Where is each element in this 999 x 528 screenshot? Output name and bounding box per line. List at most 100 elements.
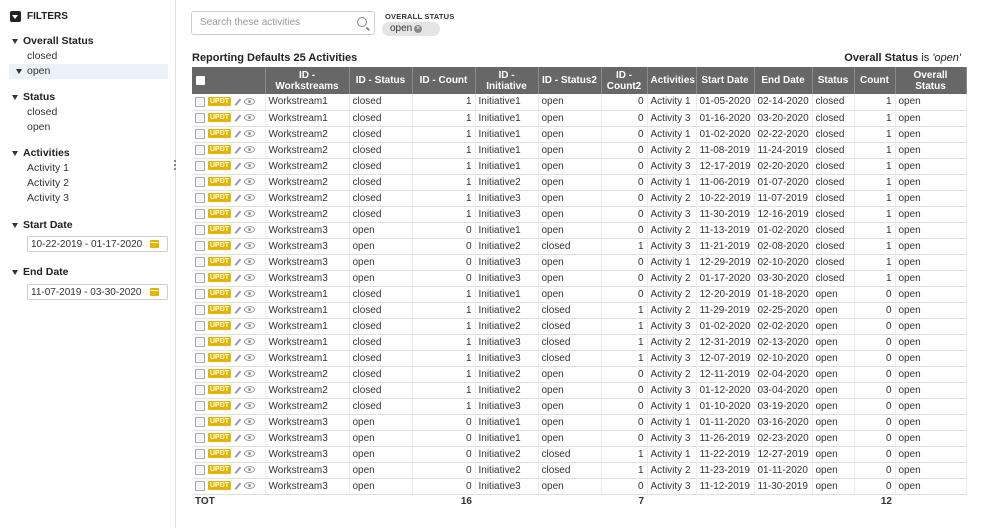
column-header[interactable]: Start Date [696,67,755,94]
table-row[interactable]: UPDT Workstream3 open 0 Initiative2 closed 1 Ac… [192,462,967,478]
update-badge[interactable]: UPDT [208,257,232,267]
table-row[interactable]: UPDT Workstream2 closed 1 Initiative3 open 0 Ac… [192,190,967,206]
status-section[interactable]: Status [12,91,55,103]
update-badge[interactable]: UPDT [208,241,232,251]
end-date-range-input[interactable]: 11-07-2019 - 03-30-2020 [27,284,168,300]
filters-header[interactable]: FILTERS [10,11,68,22]
table-row[interactable]: UPDT Workstream1 closed 1 Initiative3 closed 1… [192,334,967,350]
end-date-section[interactable]: End Date [12,266,69,278]
row-checkbox[interactable] [195,448,205,459]
update-badge[interactable]: UPDT [208,113,232,123]
update-badge[interactable]: UPDT [208,401,232,411]
table-row[interactable]: UPDT Workstream3 open 0 Initiative1 open 0 Acti… [192,222,967,238]
status-option-closed[interactable]: closed [27,106,57,118]
column-header[interactable]: ID - Count [412,67,476,94]
edit-icon[interactable] [234,130,241,138]
view-icon[interactable] [243,418,255,426]
edit-icon[interactable] [234,482,241,490]
overall-status-option-closed[interactable]: closed [27,50,57,62]
view-icon[interactable] [243,258,255,266]
edit-icon[interactable] [234,258,241,266]
table-row[interactable]: UPDT Workstream2 closed 1 Initiative1 open 0 Ac… [192,158,967,174]
edit-icon[interactable] [234,290,241,298]
view-icon[interactable] [243,194,255,202]
update-badge[interactable]: UPDT [208,161,232,171]
view-icon[interactable] [243,114,255,122]
table-row[interactable]: UPDT Workstream2 closed 1 Initiative3 open 0 Ac… [192,206,967,222]
update-badge[interactable]: UPDT [208,273,232,283]
sidebar-resize-handle[interactable] [174,159,177,173]
activities-option-1[interactable]: Activity 1 [27,162,69,174]
view-icon[interactable] [243,130,255,138]
column-header[interactable]: Activities [647,67,697,94]
update-badge[interactable]: UPDT [208,449,232,459]
row-checkbox[interactable] [195,384,205,395]
table-row[interactable]: UPDT Workstream3 open 0 Initiative1 open 0 Acti… [192,430,967,446]
table-row[interactable]: UPDT Workstream2 closed 1 Initiative3 open 0 Ac… [192,398,967,414]
update-badge[interactable]: UPDT [208,129,232,139]
edit-icon[interactable] [234,466,241,474]
edit-icon[interactable] [234,98,241,106]
overall-status-filter-chip[interactable]: open × [382,22,440,36]
view-icon[interactable] [243,354,255,362]
update-badge[interactable]: UPDT [208,145,232,155]
edit-icon[interactable] [234,242,241,250]
edit-icon[interactable] [234,114,241,122]
select-all-checkbox[interactable] [196,75,205,85]
column-header[interactable]: Status [812,67,855,94]
row-checkbox[interactable] [195,224,205,235]
edit-icon[interactable] [234,402,241,410]
edit-icon[interactable] [234,226,241,234]
view-icon[interactable] [243,178,255,186]
row-checkbox[interactable] [195,192,205,203]
update-badge[interactable]: UPDT [208,337,232,347]
edit-icon[interactable] [234,162,241,170]
row-checkbox[interactable] [195,336,205,347]
table-row[interactable]: UPDT Workstream3 open 0 Initiative1 open 0 Acti… [192,414,967,430]
activities-option-3[interactable]: Activity 3 [27,192,69,204]
table-row[interactable]: UPDT Workstream2 closed 1 Initiative2 open 0 Ac… [192,382,967,398]
start-date-range-input[interactable]: 10-22-2019 - 01-17-2020 [27,236,168,252]
view-icon[interactable] [243,226,255,234]
row-checkbox[interactable] [195,320,205,331]
edit-icon[interactable] [234,210,241,218]
calendar-icon[interactable] [150,288,159,296]
overall-status-section[interactable]: Overall Status [12,35,94,47]
row-checkbox[interactable] [195,256,205,267]
update-badge[interactable]: UPDT [208,193,232,203]
table-row[interactable]: UPDT Workstream1 closed 1 Initiative2 closed 1… [192,318,967,334]
column-header[interactable]: ID - Workstreams [265,67,350,94]
edit-icon[interactable] [234,418,241,426]
update-badge[interactable]: UPDT [208,353,232,363]
update-badge[interactable]: UPDT [208,225,232,235]
row-checkbox[interactable] [195,288,205,299]
edit-icon[interactable] [234,370,241,378]
view-icon[interactable] [243,466,255,474]
table-row[interactable]: UPDT Workstream2 closed 1 Initiative1 open 0 Ac… [192,142,967,158]
row-checkbox[interactable] [195,400,205,411]
view-icon[interactable] [243,146,255,154]
row-checkbox[interactable] [195,208,205,219]
row-checkbox[interactable] [195,240,205,251]
start-date-section[interactable]: Start Date [12,219,73,231]
activities-option-2[interactable]: Activity 2 [27,177,69,189]
table-row[interactable]: UPDT Workstream2 closed 1 Initiative1 open 0 Ac… [192,126,967,142]
view-icon[interactable] [243,274,255,282]
table-row[interactable]: UPDT Workstream3 open 0 Initiative3 open 0 Acti… [192,478,967,494]
column-header[interactable]: End Date [754,67,813,94]
view-icon[interactable] [243,482,255,490]
column-header[interactable]: ID - Status2 [538,67,602,94]
row-checkbox[interactable] [195,480,205,491]
edit-icon[interactable] [234,178,241,186]
edit-icon[interactable] [234,274,241,282]
column-header[interactable]: Overall Status [895,67,967,94]
edit-icon[interactable] [234,338,241,346]
update-badge[interactable]: UPDT [208,289,232,299]
table-row[interactable]: UPDT Workstream3 open 0 Initiative3 open 0 Acti… [192,270,967,286]
select-all-header[interactable] [192,67,266,94]
calendar-icon[interactable] [150,240,159,248]
row-checkbox[interactable] [195,352,205,363]
view-icon[interactable] [243,386,255,394]
overall-status-option-open[interactable]: open [27,65,50,77]
table-row[interactable]: UPDT Workstream2 closed 1 Initiative2 open 0 Ac… [192,174,967,190]
